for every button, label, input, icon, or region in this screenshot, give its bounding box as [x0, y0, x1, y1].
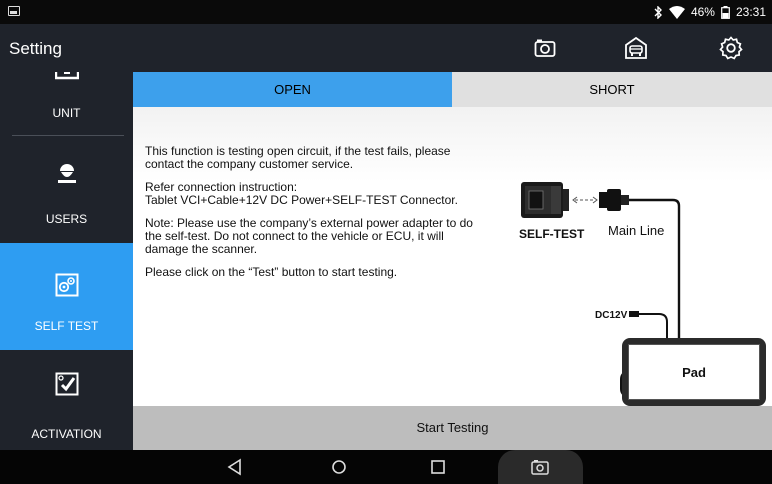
page-title: Setting	[9, 39, 62, 58]
sidebar-item-unit[interactable]: UNIT	[0, 72, 133, 134]
start-testing-button[interactable]: Start Testing	[133, 406, 772, 450]
title-bar: Setting	[0, 24, 772, 72]
content-area: This function is testing open circuit, i…	[133, 107, 772, 406]
pad-label: Pad	[628, 344, 760, 400]
garage-icon[interactable]	[624, 36, 648, 60]
self-test-label: SELF-TEST	[519, 227, 585, 241]
clock: 23:31	[735, 5, 766, 19]
dc-power-label: DC12V	[595, 310, 628, 321]
instruction-text: Please click on the “Test” button to sta…	[145, 265, 398, 279]
camera-icon[interactable]	[533, 36, 557, 60]
wifi-icon	[668, 5, 685, 19]
main-panel: OPEN SHORT This function is testing open…	[133, 72, 772, 450]
main-line-label: Main Line	[608, 223, 664, 238]
screenshot-icon	[531, 460, 549, 475]
self-test-connector-image	[521, 182, 569, 218]
bluetooth-icon	[654, 5, 662, 19]
back-icon[interactable]	[226, 458, 244, 476]
sidebar-item-activation[interactable]: ACTIVATION	[0, 351, 133, 450]
sidebar-item-label: UNIT	[52, 106, 81, 120]
sidebar-item-self-test[interactable]: SELF TEST	[0, 243, 133, 350]
notification-icon	[8, 6, 20, 16]
settings-icon[interactable]	[719, 36, 743, 60]
status-right: 46% 23:31	[653, 5, 766, 19]
user-icon	[57, 164, 76, 183]
battery-percent: 46%	[690, 5, 715, 19]
tab-bar: OPEN SHORT	[133, 72, 772, 107]
battery-icon	[721, 5, 730, 19]
sidebar-item-label: USERS	[45, 212, 88, 226]
instruction-text: Note: Please use the company’s external …	[145, 216, 473, 256]
tab-short[interactable]: SHORT	[452, 72, 772, 107]
home-icon[interactable]	[330, 458, 348, 476]
sidebar-item-users[interactable]: USERS	[0, 136, 133, 242]
main-line-plug-image	[599, 189, 629, 211]
unit-icon	[54, 72, 79, 80]
instruction-text: Refer connection instruction: Tablet VCI…	[145, 180, 458, 207]
activation-icon	[55, 372, 78, 396]
sidebar-item-label: ACTIVATION	[31, 427, 102, 441]
tab-open[interactable]: OPEN	[133, 72, 452, 107]
recents-icon[interactable]	[429, 458, 447, 476]
system-nav-bar	[0, 450, 772, 484]
self-test-icon	[55, 273, 78, 297]
instructions: This function is testing open circuit, i…	[145, 145, 485, 289]
sidebar-item-label: SELF TEST	[34, 319, 99, 333]
status-bar: 46% 23:31	[0, 0, 772, 24]
screenshot-button[interactable]	[498, 450, 583, 484]
pad-device: Pad	[622, 338, 766, 406]
sidebar: UNIT USERS SELF TEST ACTIVATION	[0, 72, 133, 450]
instruction-text: This function is testing open circuit, i…	[145, 144, 451, 171]
